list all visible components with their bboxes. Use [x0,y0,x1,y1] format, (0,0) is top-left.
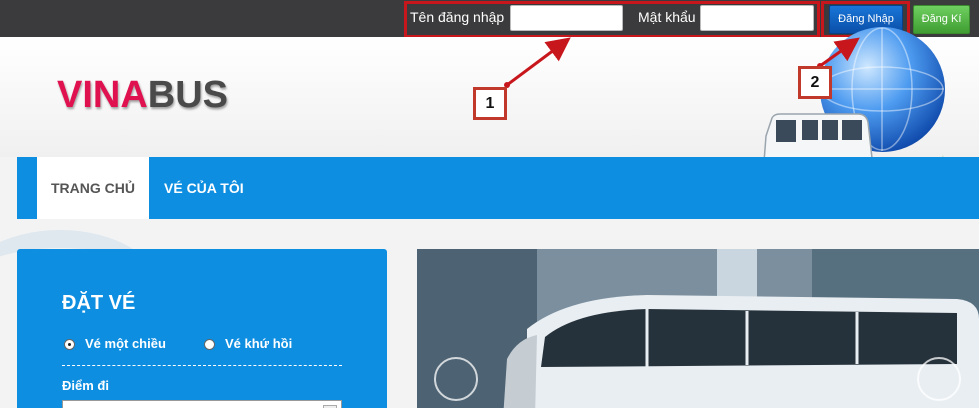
bus-photo [417,249,979,408]
one-way-radio[interactable] [64,339,75,350]
departure-select[interactable] [62,400,342,408]
booking-title: ĐẶT VÉ [62,292,136,314]
nav-item-home[interactable]: TRANG CHỦ [37,157,149,219]
annotation-callout-1: 1 [473,87,507,120]
slider-prev-button[interactable] [434,357,478,401]
round-trip-label[interactable]: Vé khứ hồi [225,336,292,351]
bus-photo-slider [417,249,979,408]
one-way-label[interactable]: Vé một chiều [85,336,166,351]
slider-next-button[interactable] [917,357,961,401]
divider [62,365,342,366]
nav-item-my-tickets[interactable]: VÉ CỦA TÔI [164,157,244,219]
main-nav [17,157,979,219]
departure-label: Điểm đi [62,378,109,393]
round-trip-radio[interactable] [204,339,215,350]
annotation-callout-2: 2 [798,66,832,99]
